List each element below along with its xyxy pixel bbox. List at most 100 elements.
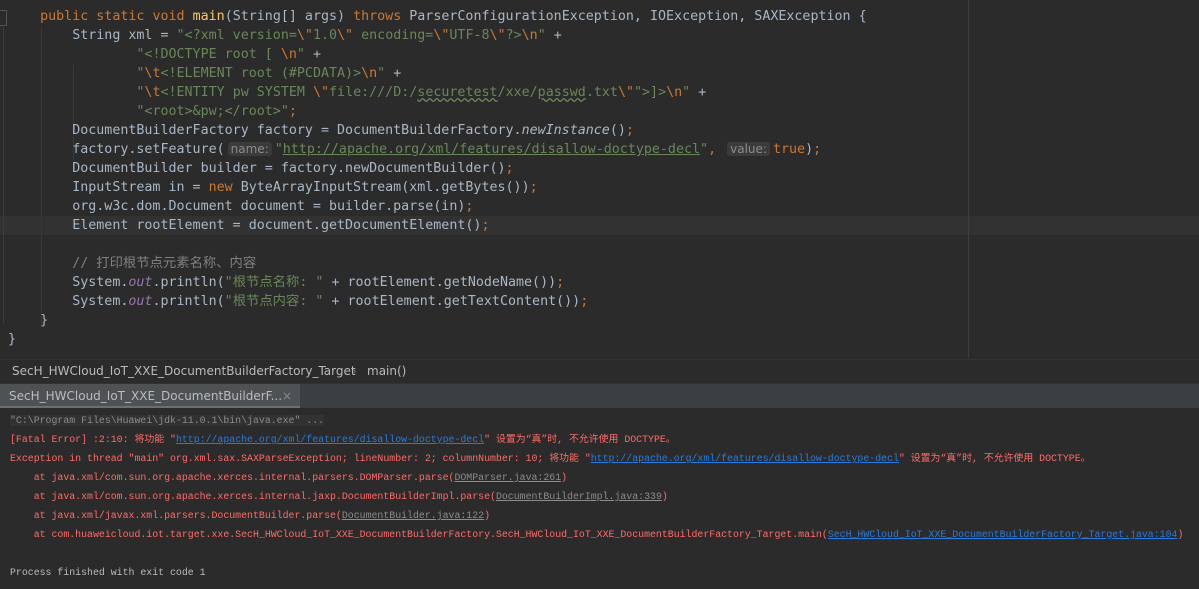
console-line: at java.xml/com.sun.org.apache.xerces.in… bbox=[10, 487, 668, 506]
token: [Fatal Error] :2:10: 将功能 " bbox=[10, 434, 176, 445]
token: , bbox=[708, 142, 725, 157]
token: at java.xml/javax.xml.parsers.DocumentBu… bbox=[10, 510, 342, 521]
console-line: Exception in thread "main" org.xml.sax.S… bbox=[10, 449, 1091, 468]
token: ) bbox=[484, 510, 491, 521]
link[interactable]: DOMParser.java:261 bbox=[454, 472, 561, 483]
token: + bbox=[690, 85, 707, 100]
token: 1.0 bbox=[312, 28, 338, 43]
breadcrumb-class[interactable]: SecH_HWCloud_IoT_XXE_DocumentBuilderFact… bbox=[12, 360, 356, 383]
link[interactable]: DocumentBuilder.java:122 bbox=[342, 510, 484, 521]
token: ?> bbox=[505, 28, 522, 43]
code-line: } bbox=[8, 330, 16, 349]
code-line: DocumentBuilderFactory factory = Documen… bbox=[8, 121, 634, 140]
token: String xml = bbox=[8, 28, 177, 43]
breadcrumb-method[interactable]: main() bbox=[367, 360, 406, 383]
token: true bbox=[772, 142, 806, 157]
token: ) bbox=[561, 472, 568, 483]
token: ; bbox=[465, 199, 474, 214]
code-line: "<root>&pw;</root>"; bbox=[8, 102, 297, 121]
token: + bbox=[545, 28, 562, 43]
code-line: factory.setFeature(name: "http://apache.o… bbox=[8, 140, 821, 159]
token: ; bbox=[580, 294, 589, 309]
token: ; bbox=[556, 275, 565, 290]
code-line: "\t<!ENTITY pw SYSTEM \"file:///D:/secur… bbox=[8, 83, 706, 102]
token: public static void bbox=[40, 9, 193, 24]
console-line: at com.huaweicloud.iot.target.xxe.SecH_H… bbox=[10, 525, 1184, 544]
code-line: } bbox=[8, 311, 48, 330]
token: ; bbox=[505, 161, 514, 176]
console-line: at java.xml/javax.xml.parsers.DocumentBu… bbox=[10, 506, 490, 525]
token: \" bbox=[489, 28, 506, 43]
token: " bbox=[700, 142, 709, 157]
token: ; bbox=[288, 104, 297, 119]
token: newInstance bbox=[521, 123, 610, 138]
link[interactable]: http://apache.org/xml/features/disallow-… bbox=[176, 434, 484, 445]
token: at java.xml/com.sun.org.apache.xerces.in… bbox=[10, 472, 455, 483]
token: encoding= bbox=[353, 28, 434, 43]
token: \" bbox=[312, 85, 330, 100]
token: new bbox=[208, 180, 241, 195]
token: ; bbox=[625, 123, 634, 138]
run-tab-bar: SecH_HWCloud_IoT_XXE_DocumentBuilderF...… bbox=[0, 383, 1199, 409]
token: ByteArrayInputStream(xml.getBytes()) bbox=[240, 180, 530, 195]
code-line: System.out.println("根节点内容: " + rootEleme… bbox=[8, 292, 588, 311]
link[interactable]: http://apache.org/xml/features/disallow-… bbox=[591, 453, 899, 464]
console-line: Process finished with exit code 1 bbox=[10, 563, 206, 582]
token: "根节点名称: " bbox=[224, 275, 324, 290]
token: + rootElement.getNodeName()) bbox=[323, 275, 557, 290]
run-console-output[interactable]: "C:\Program Files\Huawei\jdk-11.0.1\bin\… bbox=[0, 408, 1199, 589]
token: " bbox=[274, 142, 283, 157]
link[interactable]: SecH_HWCloud_IoT_XXE_DocumentBuilderFact… bbox=[828, 529, 1178, 540]
token: " 设置为“真”时, 不允许使用 DOCTYPE。 bbox=[898, 453, 1091, 464]
token: <!ELEMENT root (#PCDATA)> bbox=[160, 66, 362, 81]
token: .println( bbox=[152, 275, 225, 290]
token: factory.setFeature( bbox=[8, 142, 225, 157]
code-line: org.w3c.dom.Document document = builder.… bbox=[8, 197, 473, 216]
token: <!ENTITY pw SYSTEM bbox=[160, 85, 313, 100]
token: \" bbox=[433, 28, 450, 43]
token: passwd bbox=[537, 85, 586, 100]
token: DocumentBuilder builder = factory.newDoc… bbox=[8, 161, 506, 176]
token: \n bbox=[666, 85, 683, 100]
code-line: System.out.println("根节点名称: " + rootEleme… bbox=[8, 273, 564, 292]
token: out bbox=[128, 294, 153, 309]
token: "C:\Program Files\Huawei\jdk-11.0.1\bin\… bbox=[10, 415, 325, 426]
token: ParserConfigurationException, IOExceptio… bbox=[409, 9, 867, 24]
token: " bbox=[377, 66, 386, 81]
token: "<!DOCTYPE root [ bbox=[136, 47, 281, 62]
token: \" bbox=[296, 28, 313, 43]
token: ; bbox=[529, 180, 538, 195]
link: http://apache.org/xml/features/disallow-… bbox=[282, 142, 701, 157]
token: "<?xml version= bbox=[176, 28, 297, 43]
token: Exception in thread "main" org.xml.sax.S… bbox=[10, 453, 591, 464]
close-icon[interactable]: × bbox=[282, 384, 292, 409]
token: main bbox=[192, 9, 225, 24]
code-editor[interactable]: public static void main(String[] args) t… bbox=[0, 0, 1199, 358]
token: // 打印根节点元素名称、内容 bbox=[72, 256, 257, 271]
parameter-hint: value: bbox=[727, 142, 770, 156]
link[interactable]: DocumentBuilderImpl.java:339 bbox=[496, 491, 662, 502]
code-line: public static void main(String[] args) t… bbox=[8, 7, 867, 26]
right-margin-guide bbox=[968, 0, 969, 358]
token: } bbox=[8, 332, 17, 347]
code-line: "\t<!ELEMENT root (#PCDATA)>\n" + bbox=[8, 64, 401, 83]
token: ; bbox=[813, 142, 822, 157]
token: .println( bbox=[152, 294, 225, 309]
run-tab[interactable]: SecH_HWCloud_IoT_XXE_DocumentBuilderF...… bbox=[0, 384, 300, 409]
breadcrumb: SecH_HWCloud_IoT_XXE_DocumentBuilderFact… bbox=[0, 359, 1199, 383]
token: "根节点内容: " bbox=[224, 294, 324, 309]
parameter-hint: name: bbox=[227, 142, 272, 156]
gutter bbox=[3, 24, 4, 324]
code-line: String xml = "<?xml version=\"1.0\" enco… bbox=[8, 26, 562, 45]
token: ; bbox=[481, 218, 490, 233]
token: UTF-8 bbox=[449, 28, 490, 43]
token: \t bbox=[144, 85, 161, 100]
token: " 设置为“真”时, 不允许使用 DOCTYPE。 bbox=[484, 434, 676, 445]
console-line: "C:\Program Files\Huawei\jdk-11.0.1\bin\… bbox=[10, 411, 325, 430]
token: " bbox=[682, 85, 691, 100]
